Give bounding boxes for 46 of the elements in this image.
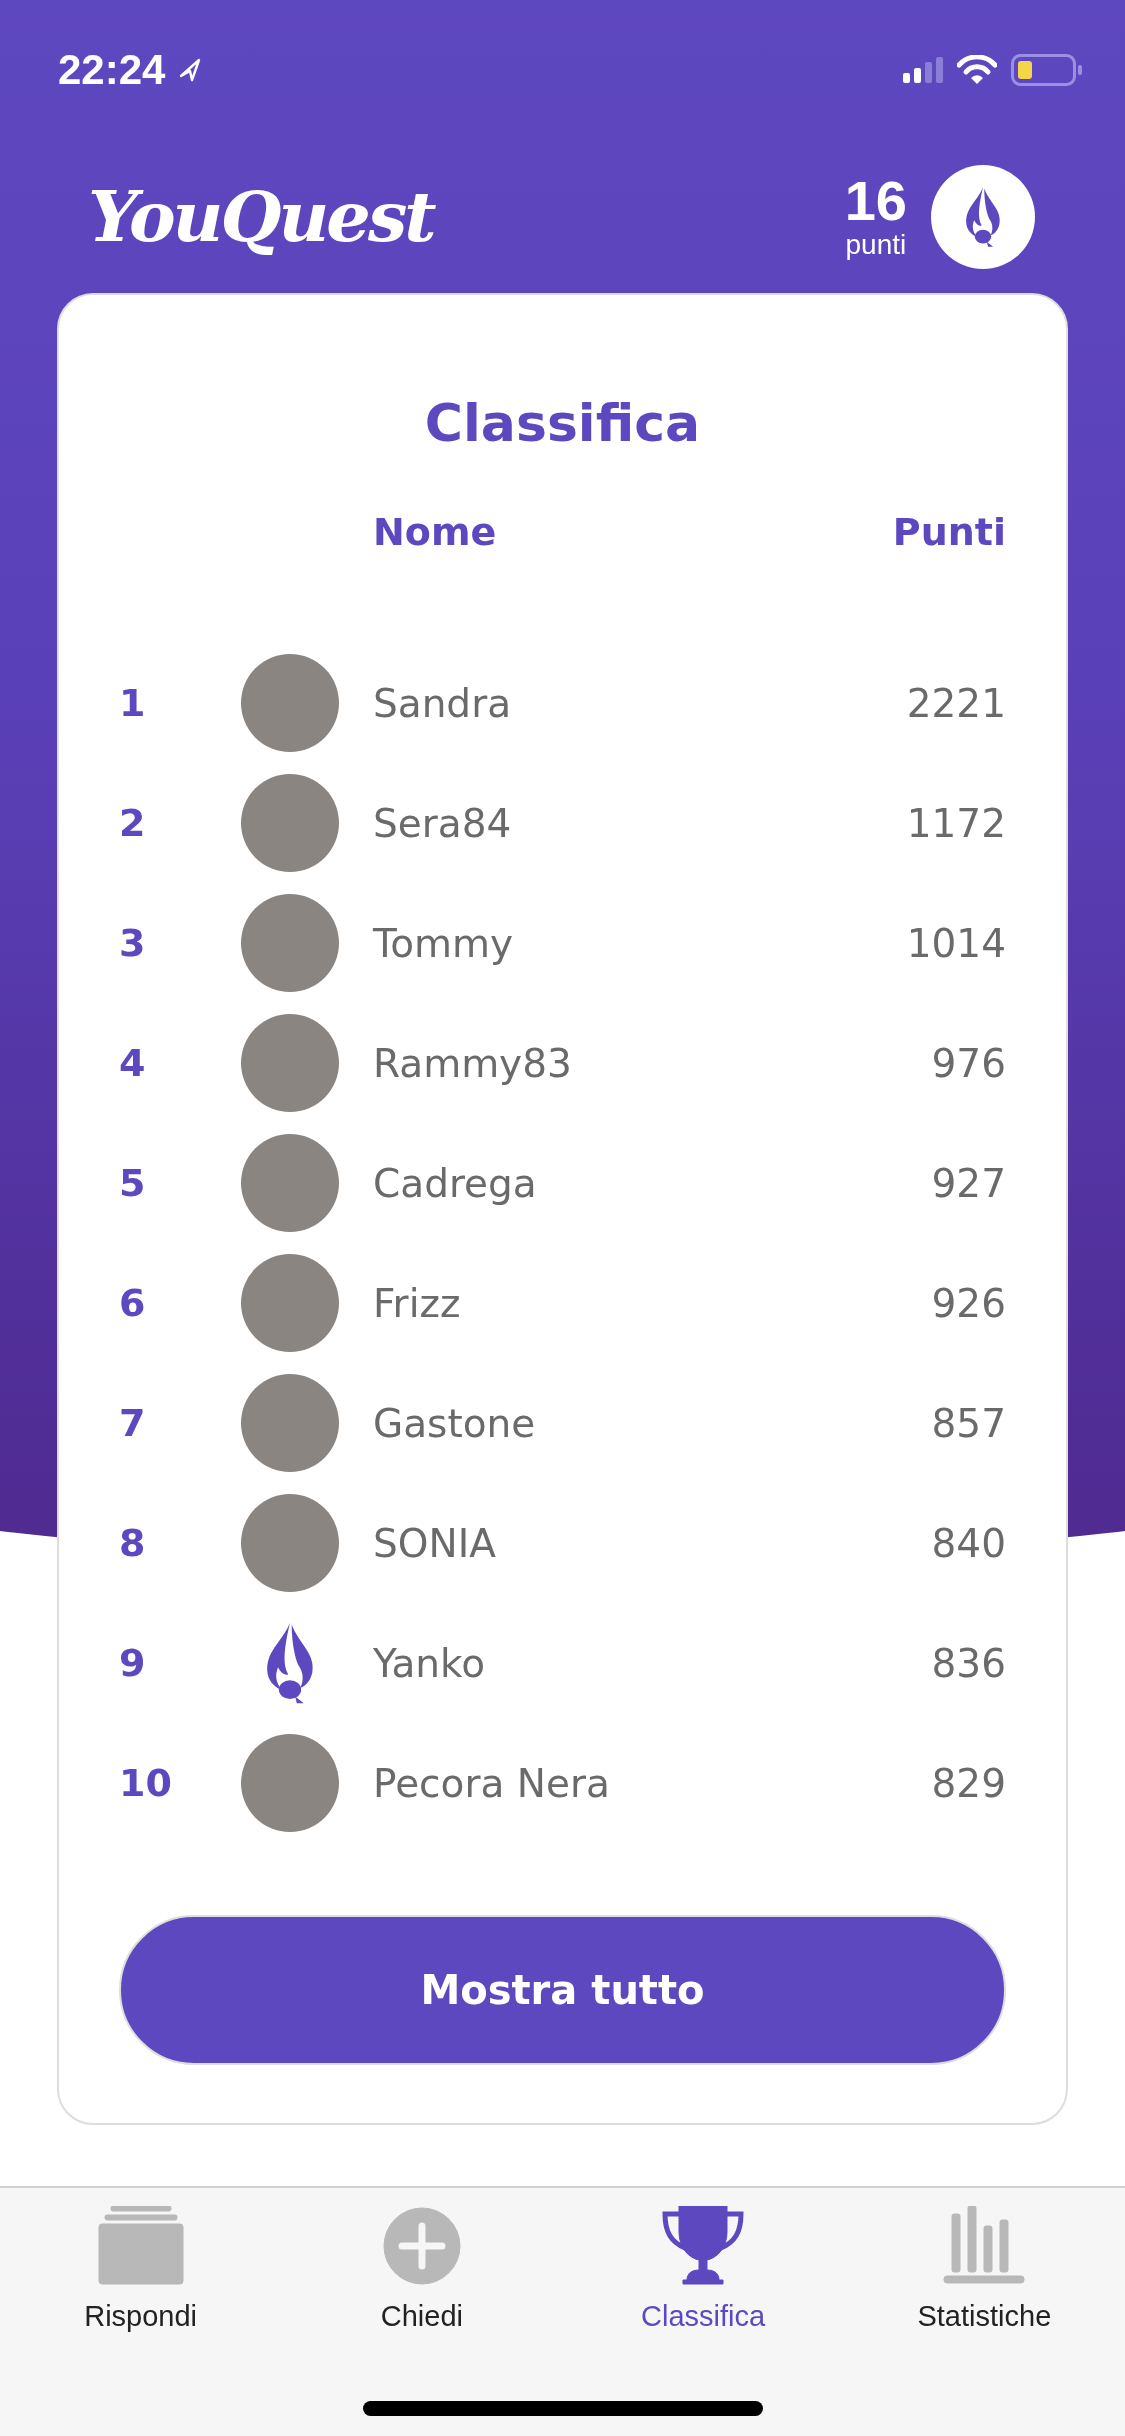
status-time: 22:24 (58, 46, 166, 94)
column-header: Nome (373, 510, 498, 554)
player-name: Yanko (373, 1640, 487, 1686)
tab-item[interactable]: Rispondi (0, 2206, 282, 2333)
stack-icon (96, 2206, 185, 2286)
rank-number: 5 (119, 1161, 147, 1205)
player-name: Frizz (373, 1280, 462, 1326)
points-label: punti (845, 228, 907, 261)
player-name: Rammy83 (373, 1040, 573, 1086)
player-name: Sandra (373, 680, 513, 726)
player-points: 926 (931, 1280, 1006, 1326)
player-points: 1172 (906, 800, 1006, 846)
rank-number: 3 (119, 921, 147, 965)
rank-number: 2 (119, 801, 147, 845)
rank-number: 10 (119, 1761, 173, 1805)
player-name: Pecora Nera (373, 1760, 611, 1806)
rank-number: 6 (119, 1281, 147, 1325)
points-value: 16 (844, 172, 907, 229)
player-points: 1014 (906, 920, 1006, 966)
player-points: 976 (931, 1040, 1006, 1086)
tab-item[interactable]: Classifica (562, 2206, 844, 2333)
player-points: 829 (931, 1760, 1006, 1806)
player-name: Sera84 (373, 800, 513, 846)
rank-number: 9 (119, 1641, 147, 1685)
player-name: SONIA (373, 1520, 497, 1566)
battery-icon (1011, 54, 1083, 86)
card-title: Classifica (423, 393, 702, 455)
signal-icon (903, 57, 943, 83)
rank-number: 1 (119, 681, 147, 725)
player-points: 927 (931, 1160, 1006, 1206)
player-points: 836 (931, 1640, 1006, 1686)
player-points: 857 (931, 1400, 1006, 1446)
rank-number: 7 (119, 1401, 147, 1445)
rank-number: 4 (119, 1041, 147, 1085)
player-points: 840 (931, 1520, 1006, 1566)
player-name: Cadrega (373, 1160, 538, 1206)
tab-item[interactable]: Chiedi (281, 2206, 563, 2333)
column-header: Punti (892, 510, 1006, 554)
tab-item[interactable]: Statistiche (843, 2206, 1125, 2333)
player-name: Tommy (373, 920, 515, 966)
app-logo: YouQuest (88, 175, 434, 258)
wifi-icon (957, 55, 997, 85)
player-name: Gastone (373, 1400, 537, 1446)
rank-number: 8 (119, 1521, 147, 1565)
player-points: 2221 (906, 680, 1006, 726)
show-all-button[interactable]: Mostra tutto (119, 1915, 1006, 2065)
